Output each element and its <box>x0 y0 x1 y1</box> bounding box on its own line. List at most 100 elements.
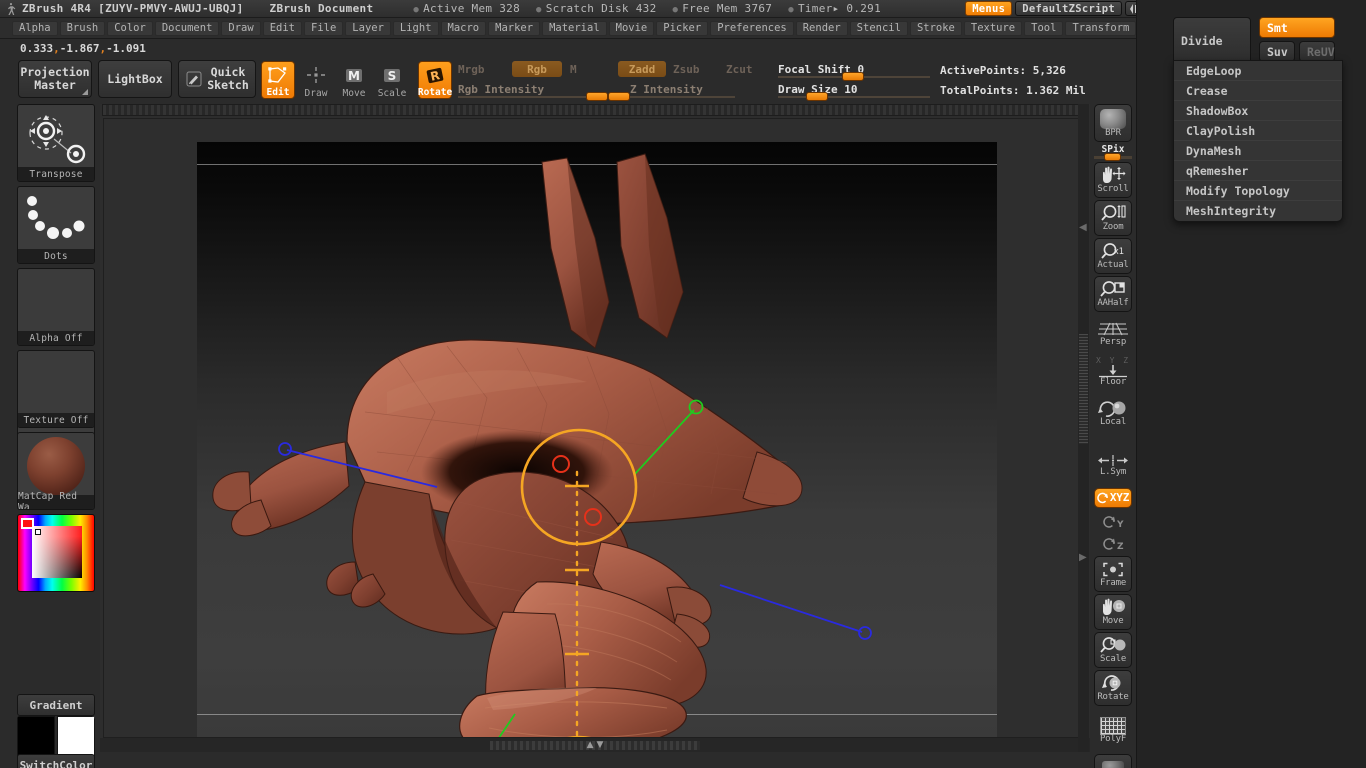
alpha-slot-main[interactable]: Alpha Off <box>17 268 95 346</box>
zscript-name-button[interactable]: DefaultZScript <box>1015 1 1122 16</box>
channel-mrgb-label[interactable]: Mrgb <box>458 63 485 76</box>
local-button[interactable]: Local <box>1094 396 1132 430</box>
focal-shift-knob[interactable] <box>842 72 864 81</box>
menu-item-stroke[interactable]: Stroke <box>909 20 962 36</box>
z-intensity-slider[interactable]: Z Intensity <box>608 83 735 101</box>
rotate-y-button[interactable]: Y <box>1094 512 1132 532</box>
floor-button[interactable]: X Y Z Floor <box>1094 354 1132 390</box>
actual-button[interactable]: x1 Actual <box>1094 238 1132 274</box>
menu-item-preferences[interactable]: Preferences <box>710 20 794 36</box>
mode-edit-button[interactable]: Edit <box>261 61 295 99</box>
menu-item-layer[interactable]: Layer <box>345 20 391 36</box>
channel-zadd-button[interactable]: Zadd <box>618 61 666 77</box>
flyout-item-modify-topology[interactable]: Modify Topology <box>1174 181 1342 201</box>
switch-color-button[interactable]: SwitchColor <box>17 754 95 768</box>
color-sv-cursor[interactable] <box>35 529 41 535</box>
right-tray-grip-handle[interactable] <box>1079 334 1088 444</box>
quick-sketch-button[interactable]: Quick Sketch <box>178 60 256 98</box>
channel-rgb-button[interactable]: Rgb <box>512 61 562 77</box>
menu-item-picker[interactable]: Picker <box>656 20 709 36</box>
menu-item-marker[interactable]: Marker <box>488 20 541 36</box>
material-slot[interactable]: MatCap Red Wa <box>17 432 95 510</box>
transp-button[interactable] <box>1094 754 1132 768</box>
channel-zsub-label[interactable]: Zsub <box>673 63 700 76</box>
menu-item-macro[interactable]: Macro <box>440 20 487 36</box>
menu-item-alpha[interactable]: Alpha <box>12 20 58 36</box>
menu-item-stencil[interactable]: Stencil <box>849 20 908 36</box>
channel-m-label[interactable]: M <box>570 63 577 76</box>
3d-viewport[interactable] <box>197 142 997 738</box>
right-tray-collapse-down-icon[interactable]: ▶ <box>1079 552 1087 563</box>
focal-shift-slider[interactable]: Focal Shift 0 <box>778 63 930 81</box>
app-title: ZBrush 4R4 [ZUYV-PMVY-AWUJ-UBQJ] <box>22 2 244 15</box>
reuv-button[interactable]: ReUV <box>1299 41 1335 62</box>
menu-item-transform[interactable]: Transform <box>1065 20 1137 36</box>
menu-item-tool[interactable]: Tool <box>1024 20 1064 36</box>
perspective-button[interactable]: Persp <box>1094 316 1132 350</box>
mode-draw-button[interactable]: Draw <box>299 61 333 99</box>
menu-item-render[interactable]: Render <box>795 20 848 36</box>
rgb-intensity-slider[interactable]: Rgb Intensity <box>458 83 610 101</box>
menu-item-edit[interactable]: Edit <box>262 20 302 36</box>
flyout-item-shadowbox[interactable]: ShadowBox <box>1174 101 1342 121</box>
texture-slot[interactable]: Texture Off <box>17 350 95 428</box>
document-top-scrollbar[interactable] <box>102 104 1088 116</box>
lightbox-button[interactable]: LightBox <box>98 60 172 98</box>
right-tray-rail[interactable]: ◀ ▶ <box>1078 104 1089 752</box>
menu-item-file[interactable]: File <box>304 20 344 36</box>
suv-button[interactable]: Suv <box>1259 41 1295 62</box>
scroll-down-icon[interactable]: ▼ <box>597 740 604 750</box>
spix-knob[interactable] <box>1104 153 1121 161</box>
projection-master-button[interactable]: Projection Master <box>18 60 92 98</box>
transpose-line-gizmo[interactable] <box>197 142 997 738</box>
smt-button[interactable]: Smt <box>1259 17 1335 38</box>
rgb-intensity-knob[interactable] <box>586 92 608 101</box>
flyout-item-crease[interactable]: Crease <box>1174 81 1342 101</box>
document-horizontal-scrollbar[interactable]: ▲ ▼ <box>490 740 700 750</box>
zoom-button[interactable]: Zoom <box>1094 200 1132 236</box>
gradient-button[interactable]: Gradient <box>17 694 95 716</box>
right-tray-collapse-up-icon[interactable]: ◀ <box>1079 222 1087 233</box>
rotate-xyz-button[interactable]: XYZ <box>1094 488 1132 508</box>
menu-item-light[interactable]: Light <box>392 20 439 36</box>
channel-zcut-label[interactable]: Zcut <box>726 63 753 76</box>
z-intensity-knob[interactable] <box>608 92 630 101</box>
draw-size-slider[interactable]: Draw Size 10 <box>778 83 930 101</box>
menu-item-document[interactable]: Document <box>154 20 220 36</box>
spix-slider[interactable]: SPix <box>1094 144 1132 161</box>
move-button-right[interactable]: Move <box>1094 594 1132 630</box>
menu-item-draw[interactable]: Draw <box>221 20 261 36</box>
mode-scale-button[interactable]: S Scale <box>375 61 409 99</box>
flyout-item-claypolish[interactable]: ClayPolish <box>1174 121 1342 141</box>
rotate-button-right[interactable]: Rotate <box>1094 670 1132 706</box>
flyout-item-meshintegrity[interactable]: MeshIntegrity <box>1174 201 1342 221</box>
menu-item-texture[interactable]: Texture <box>963 20 1023 36</box>
menu-item-movie[interactable]: Movie <box>608 20 655 36</box>
mode-move-button[interactable]: M Move <box>337 61 371 99</box>
draw-size-knob[interactable] <box>806 92 828 101</box>
frame-button[interactable]: Frame <box>1094 556 1132 592</box>
menu-item-brush[interactable]: Brush <box>59 20 106 36</box>
bpr-button[interactable]: BPR <box>1094 104 1132 142</box>
flyout-item-edgeloop[interactable]: EdgeLoop <box>1174 61 1342 81</box>
divide-button[interactable]: Divide <box>1173 17 1251 65</box>
menu-item-material[interactable]: Material <box>542 20 607 36</box>
polyframe-button[interactable]: PolyF <box>1094 712 1132 748</box>
flyout-item-dynamesh[interactable]: DynaMesh <box>1174 141 1342 161</box>
aahalf-button[interactable]: AAHalf <box>1094 276 1132 312</box>
mode-rotate-button[interactable]: R Rotate <box>418 61 452 99</box>
local-symmetry-button[interactable]: L.Sym <box>1094 448 1132 482</box>
menu-item-color[interactable]: Color <box>107 20 153 36</box>
brush-slot[interactable]: Transpose <box>17 104 95 182</box>
color-picker[interactable] <box>17 514 95 592</box>
stroke-slot[interactable]: Dots <box>17 186 95 264</box>
flyout-item-qremesher[interactable]: qRemesher <box>1174 161 1342 181</box>
scroll-button[interactable]: Scroll <box>1094 162 1132 198</box>
menus-button[interactable]: Menus <box>965 1 1013 16</box>
scale-button-right[interactable]: Scale <box>1094 632 1132 668</box>
document-bottom-bar[interactable]: ▲ ▼ <box>100 738 1090 752</box>
scroll-up-icon[interactable]: ▲ <box>587 740 594 750</box>
color-current-swatch[interactable] <box>21 518 34 529</box>
document-canvas[interactable] <box>103 118 1087 738</box>
rotate-z-button[interactable]: Z <box>1094 534 1132 554</box>
